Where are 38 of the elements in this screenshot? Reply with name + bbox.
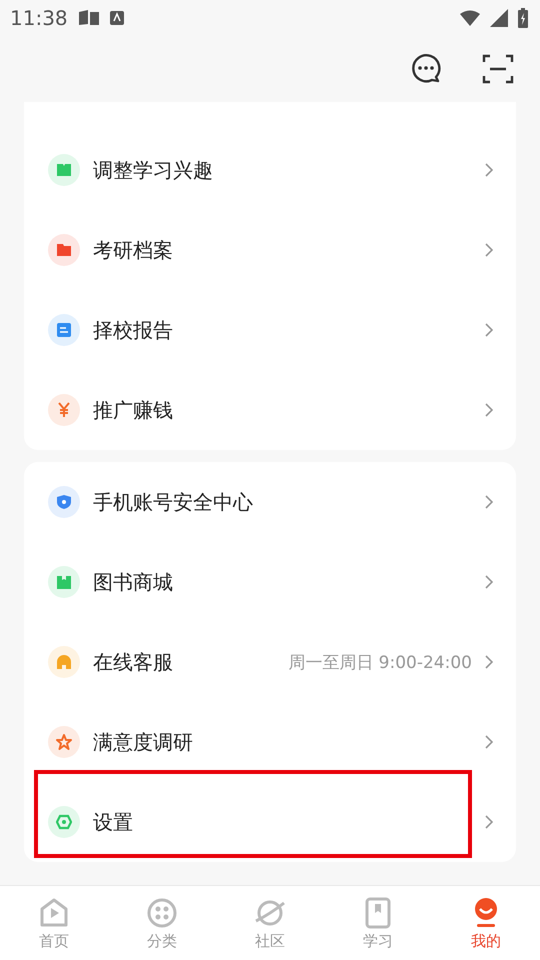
chevron-icon bbox=[484, 242, 494, 258]
chevron-icon bbox=[484, 574, 494, 590]
menu-item[interactable]: 图书商城 bbox=[24, 542, 516, 622]
menu-label: 择校报告 bbox=[93, 316, 174, 344]
chevron-icon bbox=[484, 814, 494, 830]
menu-label: 调整学习兴趣 bbox=[93, 156, 214, 184]
signal-icon bbox=[490, 9, 508, 27]
menu-item[interactable]: 考研档案 bbox=[24, 210, 516, 290]
scan-icon[interactable] bbox=[482, 53, 514, 85]
menu-label: 设置 bbox=[93, 808, 134, 836]
menu-label: 手机账号安全中心 bbox=[93, 488, 254, 516]
menu-item[interactable]: 手机账号安全中心 bbox=[24, 462, 516, 542]
grid-icon bbox=[145, 896, 179, 930]
book-icon bbox=[78, 9, 100, 27]
menu-item[interactable]: 调整学习兴趣 bbox=[24, 130, 516, 210]
chevron-icon bbox=[484, 162, 494, 178]
menu-item[interactable]: 设置 bbox=[24, 782, 516, 862]
menu-item[interactable]: 择校报告 bbox=[24, 290, 516, 370]
menu-label: 在线客服 bbox=[93, 648, 174, 676]
chevron-icon bbox=[484, 734, 494, 750]
menu-label: 满意度调研 bbox=[93, 728, 194, 756]
service-hours: 周一至周日 9:00-24:00 bbox=[288, 652, 472, 674]
menu-item[interactable]: 满意度调研 bbox=[24, 702, 516, 782]
chevron-icon bbox=[484, 402, 494, 418]
menu-label: 考研档案 bbox=[93, 236, 174, 264]
menu-item[interactable]: 在线客服 周一至周日 9:00-24:00 bbox=[24, 622, 516, 702]
wifi-icon bbox=[460, 10, 480, 26]
chevron-icon bbox=[484, 322, 494, 338]
battery-icon bbox=[518, 8, 528, 28]
chevron-icon bbox=[484, 494, 494, 510]
menu-label: 推广赚钱 bbox=[93, 396, 174, 424]
menu-item[interactable]: 推广赚钱 bbox=[24, 370, 516, 450]
menu-label: 图书商城 bbox=[93, 568, 174, 596]
nav-tab[interactable]: 我的 bbox=[432, 886, 540, 960]
chevron-icon bbox=[484, 654, 494, 670]
status-time: 11:38 bbox=[10, 6, 68, 30]
message-icon[interactable] bbox=[410, 53, 442, 85]
keyboard-icon bbox=[110, 11, 124, 25]
